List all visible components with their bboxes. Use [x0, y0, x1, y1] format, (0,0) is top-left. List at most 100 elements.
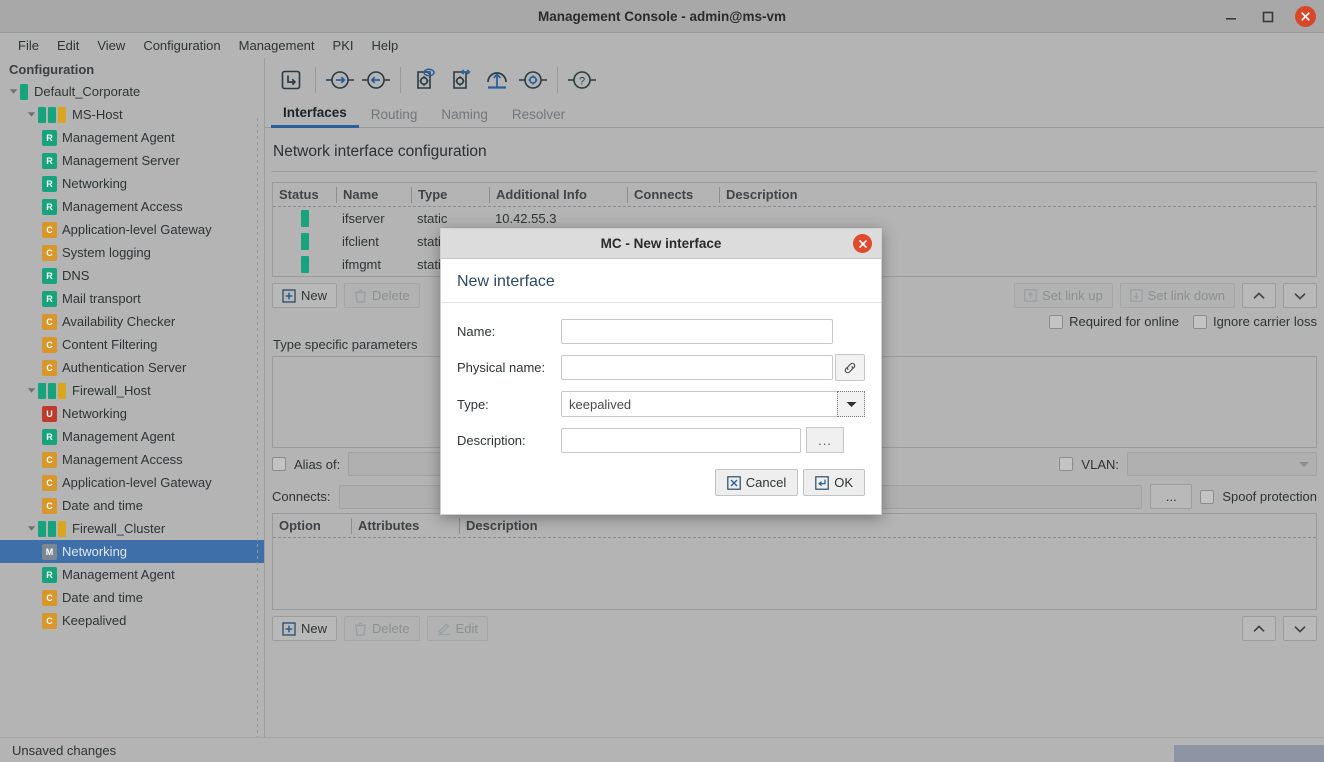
sidebar-item-label: Firewall_Cluster — [72, 521, 166, 536]
configuration-tree[interactable]: Default_Corporate MS-Host R Management Agen… — [0, 80, 264, 632]
tree-twisty-icon[interactable] — [24, 379, 38, 402]
cell-name: ifmgmt — [342, 257, 381, 272]
sidebar-item-management-agent[interactable]: R Management Agent — [0, 126, 264, 149]
edit-option-button[interactable]: Edit — [426, 616, 488, 641]
tab-naming[interactable]: Naming — [429, 105, 500, 127]
menu-view[interactable]: View — [88, 36, 134, 55]
sidebar-item-content-filtering[interactable]: C Content Filtering — [0, 333, 264, 356]
interfaces-table-header: Status Name Type Additional Info Connect… — [273, 183, 1316, 207]
move-option-down-button[interactable] — [1283, 616, 1317, 641]
set-link-down-button[interactable]: Set link down — [1119, 283, 1235, 308]
name-field[interactable] — [561, 319, 833, 344]
menu-file[interactable]: File — [9, 36, 48, 55]
cancel-button[interactable]: Cancel — [714, 469, 799, 496]
checkbox-box[interactable] — [1049, 314, 1064, 329]
tree-twisty-icon[interactable] — [24, 517, 38, 540]
new-interface-button[interactable]: New — [272, 283, 338, 308]
column-description[interactable]: Description — [719, 186, 1316, 203]
sidebar-item-authentication-server[interactable]: C Authentication Server — [0, 356, 264, 379]
maximize-icon[interactable] — [1258, 7, 1278, 27]
settings-icon[interactable] — [515, 63, 551, 97]
move-interface-down-button[interactable] — [1283, 283, 1317, 308]
column-additional-info[interactable]: Additional Info — [489, 186, 627, 203]
dialog-body: New interface Name: Physical name: Type: — [441, 259, 881, 453]
sidebar-item-mail-transport[interactable]: R Mail transport — [0, 287, 264, 310]
sidebar-item-dns[interactable]: R DNS — [0, 264, 264, 287]
tree-twisty-icon[interactable] — [6, 80, 20, 103]
column-type[interactable]: Type — [411, 186, 489, 203]
tree-twisty-icon[interactable] — [24, 103, 38, 126]
sidebar-item-keepalived[interactable]: C Keepalived — [0, 609, 264, 632]
help-icon[interactable]: ? — [564, 63, 600, 97]
connects-browse-button[interactable]: ... — [1150, 484, 1193, 509]
description-browse-button[interactable]: ... — [806, 427, 844, 453]
forward-icon[interactable] — [322, 63, 358, 97]
new-option-button[interactable]: New — [272, 616, 338, 641]
menu-configuration[interactable]: Configuration — [134, 36, 229, 55]
type-select[interactable]: keepalived — [561, 391, 838, 417]
sidebar-item-management-agent[interactable]: R Management Agent — [0, 563, 264, 586]
upload-icon[interactable] — [479, 63, 515, 97]
ok-button[interactable]: OK — [803, 469, 865, 496]
sidebar-item-label: Application-level Gateway — [62, 222, 212, 237]
minimize-icon[interactable] — [1221, 7, 1241, 27]
chevron-down-icon[interactable] — [837, 391, 865, 417]
link-icon[interactable] — [835, 354, 865, 381]
column-name[interactable]: Name — [336, 186, 411, 203]
new-option-label: New — [301, 621, 328, 636]
set-link-up-button[interactable]: Set link up — [1013, 283, 1113, 308]
menu-edit[interactable]: Edit — [48, 36, 88, 55]
sidebar-item-default-corporate[interactable]: Default_Corporate — [0, 80, 264, 103]
sidebar-item-label: Keepalived — [62, 613, 127, 628]
physical-name-field[interactable] — [561, 355, 833, 380]
required-for-online-checkbox[interactable]: Required for online — [1049, 314, 1179, 329]
options-table[interactable]: Option Attributes Description — [272, 513, 1317, 610]
sidebar-item-label: Firewall_Host — [72, 383, 151, 398]
move-interface-up-button[interactable] — [1242, 283, 1276, 308]
menu-help[interactable]: Help — [363, 36, 408, 55]
menu-management[interactable]: Management — [230, 36, 324, 55]
sidebar-item-management-agent[interactable]: R Management Agent — [0, 425, 264, 448]
column-option[interactable]: Option — [273, 518, 351, 534]
tab-interfaces[interactable]: Interfaces — [271, 103, 359, 128]
vlan-select[interactable] — [1127, 452, 1317, 476]
sidebar-item-networking[interactable]: R Networking — [0, 172, 264, 195]
checkbox-box[interactable] — [1192, 314, 1207, 329]
delete-interface-button[interactable]: Delete — [344, 283, 420, 308]
description-field[interactable] — [561, 427, 801, 453]
go-up-icon[interactable] — [273, 63, 309, 97]
column-description[interactable]: Description — [459, 517, 1316, 534]
sidebar-item-application-level-gateway[interactable]: C Application-level Gateway — [0, 218, 264, 241]
sidebar-item-networking[interactable]: M Networking — [0, 540, 264, 563]
sidebar-item-system-logging[interactable]: C System logging — [0, 241, 264, 264]
column-status[interactable]: Status — [273, 187, 336, 203]
sidebar-item-availability-checker[interactable]: C Availability Checker — [0, 310, 264, 333]
alias-of-checkbox[interactable] — [272, 457, 286, 471]
tab-resolver[interactable]: Resolver — [500, 105, 577, 127]
table-row[interactable]: ifserver static 10.42.55.3 — [273, 207, 1316, 230]
menu-pki[interactable]: PKI — [324, 36, 363, 55]
vlan-checkbox[interactable] — [1059, 457, 1074, 471]
spoof-protection-checkbox[interactable] — [1200, 489, 1215, 504]
sidebar-item-date-and-time[interactable]: C Date and time — [0, 494, 264, 517]
close-icon[interactable] — [1295, 6, 1316, 27]
ignore-carrier-loss-checkbox[interactable]: Ignore carrier loss — [1192, 314, 1317, 329]
sidebar-item-management-server[interactable]: R Management Server — [0, 149, 264, 172]
view-settings-icon[interactable] — [407, 63, 443, 97]
sidebar-item-firewall-host[interactable]: Firewall_Host — [0, 379, 264, 402]
sidebar-item-management-access[interactable]: C Management Access — [0, 448, 264, 471]
sidebar-item-date-and-time[interactable]: C Date and time — [0, 586, 264, 609]
back-icon[interactable] — [358, 63, 394, 97]
sidebar-item-management-access[interactable]: R Management Access — [0, 195, 264, 218]
sidebar-item-ms-host[interactable]: MS-Host — [0, 103, 264, 126]
column-attributes[interactable]: Attributes — [351, 517, 459, 534]
transfer-settings-icon[interactable] — [443, 63, 479, 97]
move-option-up-button[interactable] — [1242, 616, 1276, 641]
delete-option-button[interactable]: Delete — [344, 616, 420, 641]
tab-routing[interactable]: Routing — [359, 105, 430, 127]
column-connects[interactable]: Connects — [627, 186, 719, 203]
sidebar-item-networking[interactable]: U Networking — [0, 402, 264, 425]
sidebar-item-firewall-cluster[interactable]: Firewall_Cluster — [0, 517, 264, 540]
sidebar-item-application-level-gateway[interactable]: C Application-level Gateway — [0, 471, 264, 494]
close-icon[interactable] — [853, 234, 872, 253]
